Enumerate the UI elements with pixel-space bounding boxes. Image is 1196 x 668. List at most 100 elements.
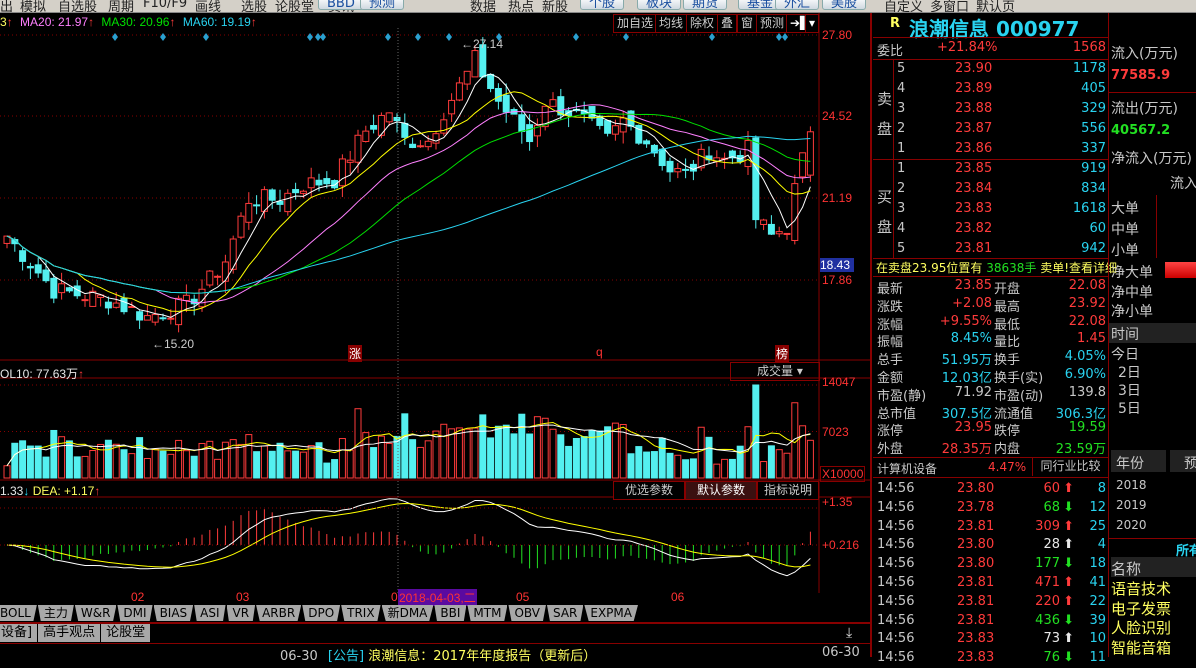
- preferred-params-button[interactable]: 优选参数: [613, 481, 685, 500]
- indicator-help-button[interactable]: 指标说明: [757, 481, 819, 500]
- buy-level-row[interactable]: 5 23.81 942: [873, 240, 1108, 259]
- candlestick: [541, 105, 549, 131]
- volume-bar: [674, 454, 682, 479]
- sell-level-row[interactable]: 3 23.88 329: [873, 100, 1108, 119]
- indicator-tab[interactable]: TRIX: [341, 605, 381, 621]
- volume-bar: [354, 408, 362, 479]
- menu-item[interactable]: 模拟: [20, 0, 46, 12]
- candlestick: [143, 305, 151, 321]
- event-mark[interactable]: 涨: [348, 345, 363, 362]
- indicator-tab[interactable]: SAR: [546, 605, 584, 621]
- high-annotation: ←27.14: [461, 37, 504, 51]
- industry-change: 4.47%: [988, 460, 1027, 474]
- default-params-button[interactable]: 默认参数: [685, 481, 757, 500]
- bottom-tab[interactable]: 高手观点: [38, 624, 101, 642]
- current-price-label: 18.43: [820, 258, 854, 272]
- menu-button[interactable]: 美股: [822, 0, 867, 11]
- concept-item: 语音技术: [1111, 580, 1172, 598]
- menu-item[interactable]: 默认页: [976, 0, 1015, 12]
- menu-item[interactable]: 周期: [108, 0, 134, 12]
- indicator-tab[interactable]: 主力: [37, 605, 74, 621]
- menu-item[interactable]: 画线: [195, 0, 221, 12]
- stat-row: 最新 23.85 开盘 22.08: [877, 278, 1106, 297]
- big-order-alert[interactable]: 在卖盘23.95位置有 38638手 卖单!查看详细: [876, 259, 1117, 276]
- kline-chart[interactable]: [0, 13, 870, 593]
- event-diamond-icon: [385, 33, 391, 41]
- year-label: 2019: [1116, 498, 1147, 512]
- sell-level-row[interactable]: 5 23.90 1178: [873, 60, 1108, 79]
- sell-level-row[interactable]: 1 23.86 337: [873, 140, 1108, 159]
- volume-bar: [518, 413, 526, 479]
- volume-bar: [284, 450, 292, 479]
- year-label: 2020: [1116, 518, 1147, 532]
- menu-item[interactable]: 数据: [470, 0, 496, 12]
- menu-item[interactable]: 论股堂: [275, 0, 314, 12]
- bottom-tab[interactable]: 设备]: [0, 624, 38, 642]
- stat-row: 总手 51.95万 换手 4.05%: [877, 349, 1106, 369]
- volume-bar: [424, 440, 432, 479]
- menu-button[interactable]: 个股: [580, 0, 625, 11]
- buy-level-row[interactable]: 2 23.84 834: [873, 180, 1108, 199]
- buy-level-row[interactable]: 1 23.85 919: [873, 160, 1108, 179]
- candlestick: [214, 274, 222, 286]
- menu-item[interactable]: 多窗口: [930, 0, 969, 12]
- indicator-tab[interactable]: OBV: [508, 605, 546, 621]
- indicator-tab[interactable]: 新DMA: [381, 605, 434, 621]
- volume-bar: [120, 449, 128, 479]
- indicator-tab[interactable]: DMI: [117, 605, 153, 621]
- menu-button[interactable]: 期货: [683, 0, 728, 11]
- arrow-down-icon: ⬇: [1063, 650, 1074, 666]
- indicator-tab[interactable]: BBI: [434, 605, 467, 621]
- sell-level-row[interactable]: 2 23.87 556: [873, 120, 1108, 139]
- volume-bar: [253, 451, 261, 479]
- volume-bar: [338, 438, 346, 479]
- industry-compare-button[interactable]: 同行业比较: [1032, 457, 1108, 476]
- buy-level-row[interactable]: 4 23.82 60: [873, 220, 1108, 239]
- menu-item[interactable]: 自定义: [884, 0, 923, 12]
- event-mark[interactable]: q: [596, 345, 603, 359]
- menu-button[interactable]: BBD: [318, 0, 364, 11]
- indicator-tab[interactable]: BOLL: [0, 605, 37, 621]
- indicator-tab[interactable]: W&R: [74, 605, 117, 621]
- indicator-tab[interactable]: EXPMA: [584, 605, 638, 621]
- event-diamond-icon: [415, 33, 421, 41]
- volume-bar: [323, 462, 331, 479]
- event-diamond-icon: [782, 33, 788, 41]
- indicator-tab[interactable]: MTM: [467, 605, 508, 621]
- indicator-select[interactable]: 成交量 ▾: [730, 362, 820, 381]
- news-item[interactable]: 06-30 [公告] 浪潮信息：2017年年度报告（更新后）: [280, 645, 596, 664]
- outflow-label: 流出(万元): [1111, 101, 1178, 117]
- arrow-up-icon: ⬆: [1063, 575, 1074, 590]
- menu-item[interactable]: 选股: [241, 0, 267, 12]
- indicator-tab[interactable]: VR: [226, 605, 256, 621]
- menu-button[interactable]: 外汇: [775, 0, 820, 11]
- volume-bar: [393, 435, 401, 479]
- inflow-value: 77585.9: [1111, 68, 1171, 83]
- indicator-tab[interactable]: ASI: [194, 605, 226, 621]
- menu-item[interactable]: 自选股: [58, 0, 97, 12]
- outflow-value: 40567.2: [1111, 123, 1171, 138]
- volume-axis-label: 14047: [822, 375, 856, 389]
- menu-item[interactable]: 出: [0, 0, 13, 12]
- candlestick: [299, 189, 307, 199]
- download-icon[interactable]: ⤓: [846, 625, 852, 641]
- menu-item[interactable]: F10/F9: [143, 0, 187, 11]
- volume-bar: [775, 449, 783, 479]
- volume-bar: [572, 438, 580, 479]
- menu-item[interactable]: 新股: [542, 0, 568, 12]
- menu-button[interactable]: 预测: [360, 0, 405, 11]
- indicator-tab[interactable]: BIAS: [153, 605, 194, 621]
- volume-bar: [42, 456, 50, 479]
- volume-bar: [767, 445, 775, 479]
- sell-level-row[interactable]: 4 23.89 405: [873, 80, 1108, 99]
- indicator-tab[interactable]: ARBR: [256, 605, 302, 621]
- volume-bar: [73, 456, 81, 479]
- menu-button[interactable]: 板块: [637, 0, 682, 11]
- buy-level-row[interactable]: 3 23.83 1618: [873, 200, 1108, 219]
- candlestick: [666, 157, 674, 182]
- indicator-tab[interactable]: DPO: [302, 605, 341, 621]
- bottom-tab[interactable]: 论股堂: [101, 624, 151, 642]
- event-mark[interactable]: 榜: [775, 345, 790, 362]
- menu-item[interactable]: 热点: [508, 0, 534, 12]
- volume-bar: [346, 449, 354, 479]
